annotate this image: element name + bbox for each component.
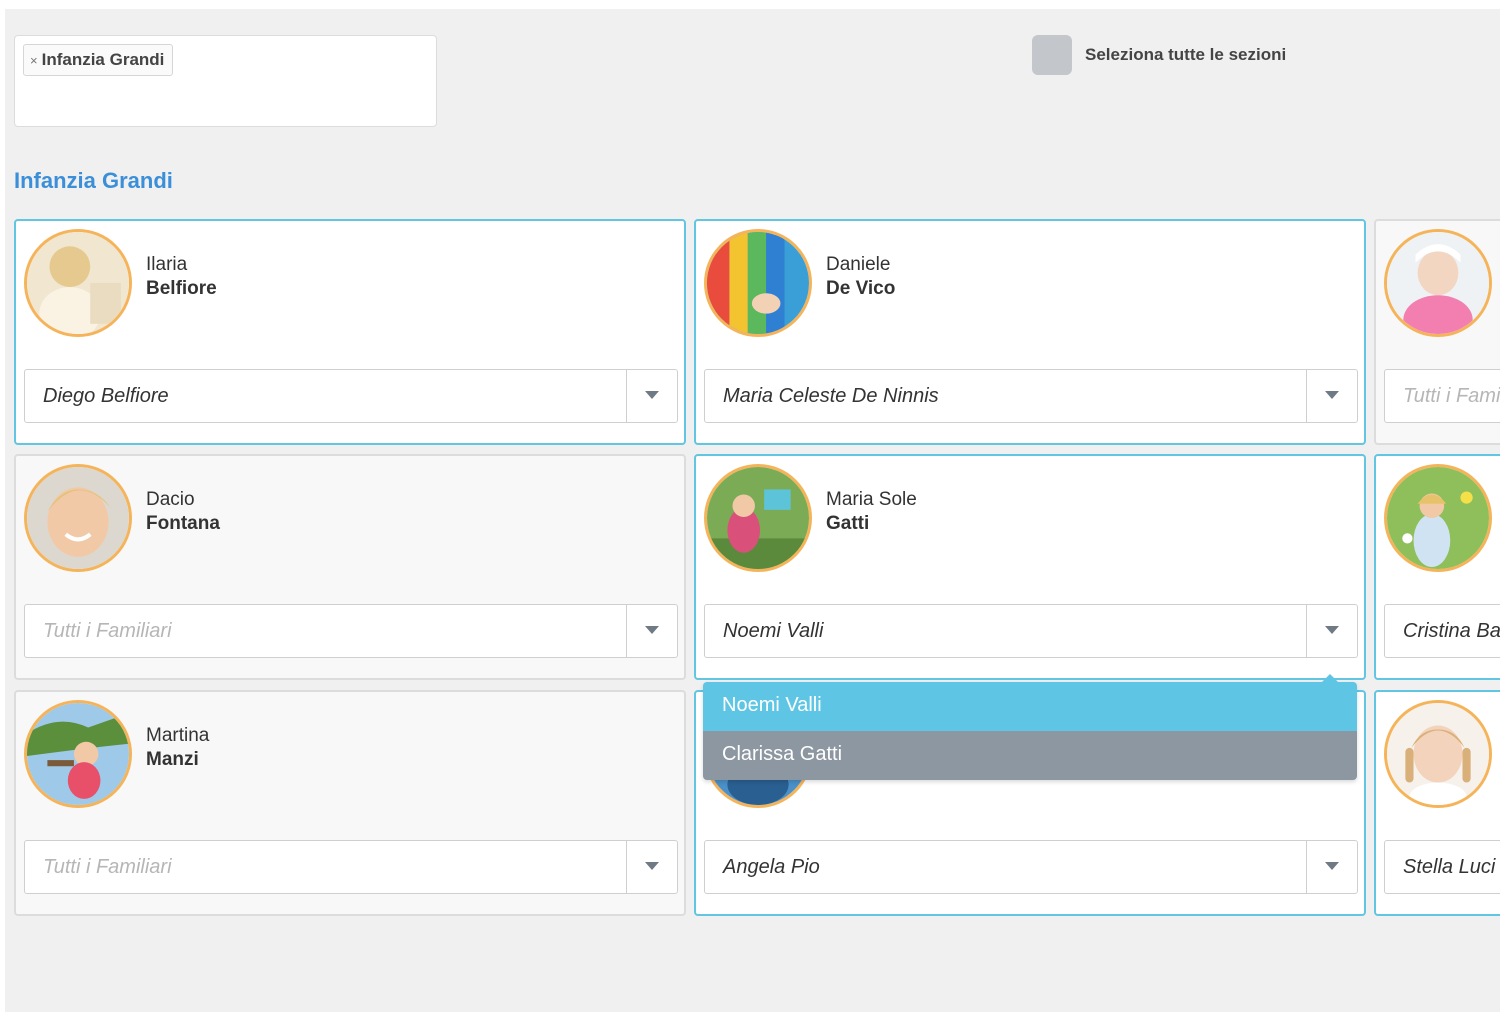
student-avatar bbox=[24, 700, 132, 808]
family-member-value: Tutti i Familiari bbox=[43, 620, 172, 642]
family-member-value: Stella Luci bbox=[1403, 856, 1496, 878]
family-member-select[interactable]: Tutti i Familiari bbox=[24, 604, 678, 658]
family-member-value: Angela Pio bbox=[723, 856, 820, 878]
family-member-value: Cristina Ba bbox=[1403, 620, 1500, 642]
select-all-checkbox[interactable] bbox=[1032, 35, 1072, 75]
select-divider bbox=[626, 841, 627, 893]
student-last-name: De Vico bbox=[826, 278, 896, 299]
family-member-select[interactable]: Angela Pio bbox=[704, 840, 1358, 894]
student-avatar bbox=[1384, 229, 1492, 337]
student-avatar bbox=[704, 464, 812, 572]
family-member-value: Tutti i Familiari bbox=[43, 856, 172, 878]
student-last-name: Belfiore bbox=[146, 278, 217, 299]
student-last-name: Manzi bbox=[146, 749, 199, 770]
section-tag-label: Infanzia Grandi bbox=[41, 50, 165, 69]
student-first-name: Dacio bbox=[146, 489, 195, 510]
dropdown-option[interactable]: Noemi Valli bbox=[703, 682, 1357, 731]
page: × Infanzia Grandi Seleziona tutte le sez… bbox=[5, 9, 1500, 1012]
family-member-value: Maria Celeste De Ninnis bbox=[723, 385, 939, 407]
select-all-label: Seleziona tutte le sezioni bbox=[1085, 45, 1287, 64]
family-member-select[interactable]: Tutti i Familiari bbox=[1384, 369, 1500, 423]
student-first-name: Daniele bbox=[826, 254, 891, 275]
family-member-select[interactable]: Diego Belfiore bbox=[24, 369, 678, 423]
chevron-down-icon[interactable] bbox=[1325, 626, 1339, 634]
chevron-down-icon[interactable] bbox=[1325, 391, 1339, 399]
chevron-down-icon[interactable] bbox=[645, 626, 659, 634]
student-avatar bbox=[1384, 464, 1492, 572]
remove-tag-icon[interactable]: × bbox=[30, 53, 38, 68]
student-card: Stella Luci bbox=[1374, 690, 1500, 916]
family-member-select[interactable]: Tutti i Familiari bbox=[24, 840, 678, 894]
student-avatar bbox=[1384, 700, 1492, 808]
family-member-select[interactable]: Maria Celeste De Ninnis bbox=[704, 369, 1358, 423]
section-filter-input[interactable]: × Infanzia Grandi bbox=[14, 35, 437, 127]
family-member-value: Diego Belfiore bbox=[43, 385, 169, 407]
student-card: Martina Manzi Tutti i Familiari bbox=[14, 690, 686, 916]
student-first-name: Martina bbox=[146, 725, 210, 746]
student-card: Tutti i Familiari bbox=[1374, 219, 1500, 445]
dropdown-caret bbox=[1321, 674, 1339, 683]
chevron-down-icon[interactable] bbox=[645, 862, 659, 870]
student-avatar bbox=[24, 464, 132, 572]
student-card: Cristina Ba bbox=[1374, 454, 1500, 680]
section-tag: × Infanzia Grandi bbox=[23, 44, 174, 76]
student-avatar bbox=[704, 229, 812, 337]
family-member-dropdown: Noemi Valli Clarissa Gatti bbox=[703, 674, 1357, 780]
family-member-select[interactable]: Cristina Ba bbox=[1384, 604, 1500, 658]
select-all-sections[interactable]: Seleziona tutte le sezioni bbox=[1032, 35, 1286, 75]
student-last-name: Gatti bbox=[826, 513, 870, 534]
chevron-down-icon[interactable] bbox=[645, 391, 659, 399]
dropdown-option[interactable]: Clarissa Gatti bbox=[703, 731, 1357, 780]
student-card: Daniele De Vico Maria Celeste De Ninnis bbox=[694, 219, 1366, 445]
student-card: Ilaria Belfiore Diego Belfiore bbox=[14, 219, 686, 445]
family-member-value: Noemi Valli bbox=[723, 620, 824, 642]
chevron-down-icon[interactable] bbox=[1325, 862, 1339, 870]
family-member-select[interactable]: Stella Luci bbox=[1384, 840, 1500, 894]
select-divider bbox=[1306, 605, 1307, 657]
select-divider bbox=[626, 370, 627, 422]
student-avatar bbox=[24, 229, 132, 337]
section-title: Infanzia Grandi bbox=[14, 168, 173, 193]
student-card: Dacio Fontana Tutti i Familiari bbox=[14, 454, 686, 680]
select-divider bbox=[626, 605, 627, 657]
select-divider bbox=[1306, 370, 1307, 422]
student-last-name: Fontana bbox=[146, 513, 220, 534]
student-card: Maria Sole Gatti Noemi Valli bbox=[694, 454, 1366, 680]
student-first-name: Ilaria bbox=[146, 254, 188, 275]
select-divider bbox=[1306, 841, 1307, 893]
family-member-value: Tutti i Familiari bbox=[1403, 385, 1500, 407]
student-first-name: Maria Sole bbox=[826, 489, 917, 510]
family-member-select[interactable]: Noemi Valli bbox=[704, 604, 1358, 658]
